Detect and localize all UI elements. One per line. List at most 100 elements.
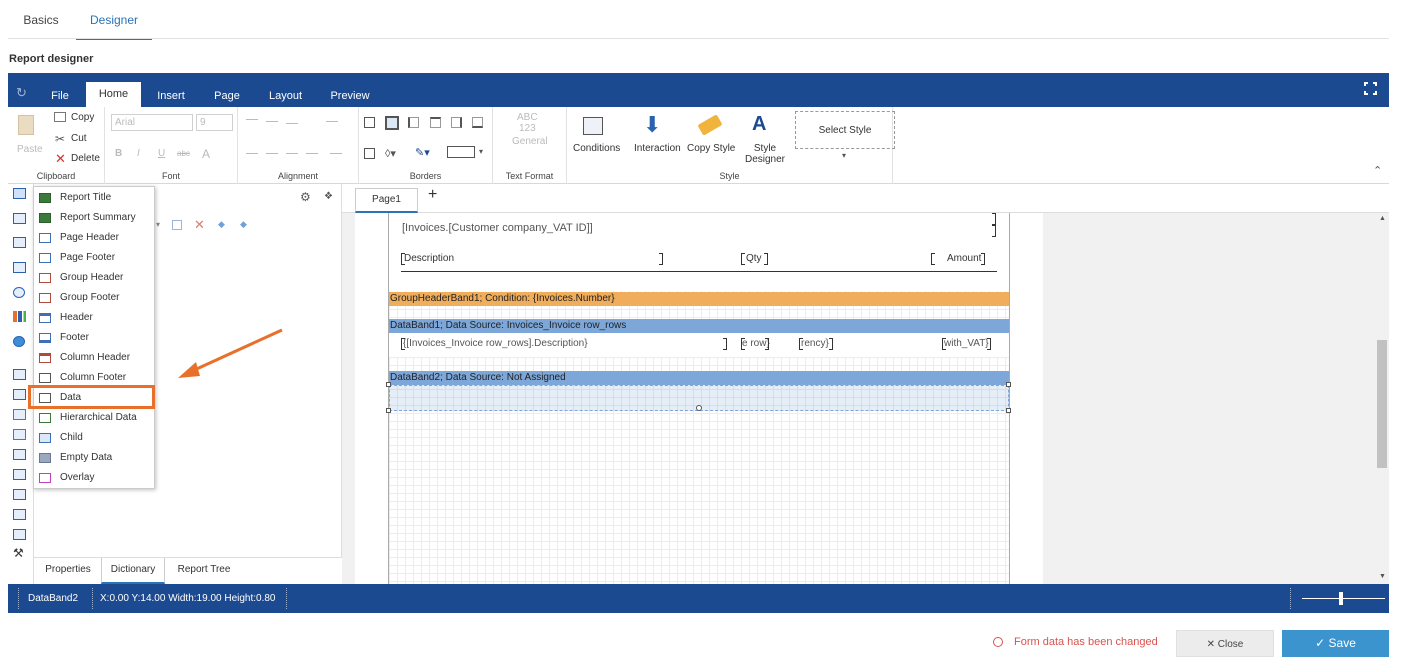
menu-tab-preview[interactable]: Preview: [326, 86, 374, 107]
border-right-icon[interactable]: [451, 117, 462, 128]
undo-icon[interactable]: ↻: [16, 85, 27, 101]
border-color-icon[interactable]: ✎▾: [415, 146, 430, 159]
toolbox-text-icon[interactable]: [13, 369, 26, 380]
databand2[interactable]: DataBand2; Data Source: Not Assigned: [389, 371, 1009, 385]
strikeout-button[interactable]: abc: [177, 149, 190, 158]
menu-item-report-summary[interactable]: Report Summary: [34, 208, 154, 228]
field-vat[interactable]: with_VAT}: [944, 338, 989, 349]
toolbox-subreport-icon[interactable]: [13, 489, 26, 500]
remove-icon[interactable]: ✕: [194, 217, 205, 233]
toolbox-clone-icon[interactable]: [13, 469, 26, 480]
align-left-icon[interactable]: [246, 153, 258, 154]
italic-button[interactable]: I: [137, 148, 140, 159]
menu-item-child[interactable]: Child: [34, 428, 154, 448]
align-center-icon[interactable]: [266, 153, 278, 154]
toolbox-shapes-icon[interactable]: [13, 287, 25, 298]
menu-item-page-footer[interactable]: Page Footer: [34, 248, 154, 268]
move-up-icon[interactable]: ◆: [218, 219, 225, 230]
save-button[interactable]: ✓ Save: [1282, 630, 1389, 657]
paste-button[interactable]: Paste: [17, 144, 43, 155]
toolbox-map-icon[interactable]: [13, 336, 25, 347]
add-page-button[interactable]: +: [428, 186, 437, 204]
zoom-slider[interactable]: [1302, 598, 1385, 599]
underline-button[interactable]: U: [158, 148, 165, 159]
bold-button[interactable]: B: [115, 148, 122, 159]
menu-item-report-title[interactable]: Report Title: [34, 188, 154, 208]
font-color-button[interactable]: A: [202, 147, 210, 161]
toolbox-components-icon[interactable]: [13, 237, 26, 248]
line-spacing-icon[interactable]: [330, 153, 342, 154]
align-middle-icon[interactable]: [266, 121, 278, 122]
menu-item-footer[interactable]: Footer: [34, 328, 154, 348]
toolbox-chart-icon[interactable]: [13, 311, 26, 322]
border-bottom-icon[interactable]: [472, 117, 483, 128]
border-all-icon[interactable]: [364, 117, 375, 128]
field-currency[interactable]: rency}: [801, 338, 829, 349]
border-style-icon[interactable]: [447, 146, 475, 158]
border-left-icon[interactable]: [408, 117, 419, 128]
font-size-select[interactable]: 9: [196, 114, 233, 131]
toolbox-bands-icon[interactable]: [13, 188, 26, 199]
align-bottom-icon[interactable]: [286, 123, 298, 124]
toolbox-checkbox-icon[interactable]: [13, 509, 26, 520]
border-none-icon[interactable]: [364, 148, 375, 159]
conditions-button[interactable]: Conditions: [573, 143, 620, 154]
menu-tab-page[interactable]: Page: [208, 86, 246, 107]
scroll-down-icon[interactable]: ▼: [1379, 573, 1386, 580]
move-down-icon[interactable]: ◆: [240, 219, 247, 230]
menu-item-column-header[interactable]: Column Header: [34, 348, 154, 368]
menu-item-empty-data[interactable]: Empty Data: [34, 448, 154, 468]
delete-button[interactable]: Delete: [71, 153, 100, 164]
col-description[interactable]: Description: [404, 253, 454, 264]
align-right-icon[interactable]: [286, 153, 298, 154]
menu-tab-file[interactable]: File: [46, 86, 74, 107]
selection-handle-bl[interactable]: [386, 408, 391, 413]
align-top-icon[interactable]: [246, 119, 258, 120]
menu-item-group-header[interactable]: Group Header: [34, 268, 154, 288]
toolbox-barcode-icon[interactable]: [13, 429, 26, 440]
scroll-up-icon[interactable]: ▲: [1379, 215, 1386, 222]
copy-style-button[interactable]: Copy Style: [687, 143, 735, 154]
toolbox-richtext-icon[interactable]: [13, 389, 26, 400]
border-top-icon[interactable]: [430, 117, 441, 128]
style-designer-button[interactable]: Style Designer: [741, 143, 789, 165]
dictionary-dropdown-icon[interactable]: ▾: [156, 220, 160, 229]
menu-tab-home[interactable]: Home: [86, 82, 141, 107]
toolbox-table-icon[interactable]: [13, 262, 26, 273]
tab-dictionary[interactable]: Dictionary: [101, 558, 165, 584]
menu-item-hierarchical-data[interactable]: Hierarchical Data: [34, 408, 154, 428]
toolbox-crossbands-icon[interactable]: [13, 213, 26, 224]
tab-page1[interactable]: Page1: [355, 188, 418, 213]
fill-color-icon[interactable]: ◊▾: [385, 147, 396, 160]
selection-handle-br[interactable]: [1006, 408, 1011, 413]
col-amount[interactable]: Amount: [947, 253, 981, 264]
collapse-ribbon-icon[interactable]: ⌃: [1373, 164, 1382, 177]
text-format-button[interactable]: General: [512, 136, 548, 147]
toolbox-image-icon[interactable]: [13, 409, 26, 420]
settings-icon[interactable]: ⚙: [300, 190, 311, 204]
zoom-slider-knob[interactable]: [1339, 592, 1343, 605]
menu-item-header[interactable]: Header: [34, 308, 154, 328]
fullscreen-icon[interactable]: [1364, 82, 1377, 95]
menu-item-overlay[interactable]: Overlay: [34, 468, 154, 488]
vat-id-field[interactable]: [Invoices.[Customer company_VAT ID]]: [402, 222, 593, 234]
align-justify-icon[interactable]: [306, 153, 318, 154]
edit-icon[interactable]: [172, 220, 182, 230]
tab-designer[interactable]: Designer: [76, 0, 152, 40]
databand1[interactable]: DataBand1; Data Source: Invoices_Invoice…: [389, 319, 1009, 333]
interaction-button[interactable]: Interaction: [634, 143, 681, 154]
menu-item-page-header[interactable]: Page Header: [34, 228, 154, 248]
selection-handle-tl[interactable]: [386, 382, 391, 387]
tab-report-tree[interactable]: Report Tree: [172, 558, 236, 584]
copy-button[interactable]: Copy: [71, 112, 94, 123]
tab-basics[interactable]: Basics: [14, 0, 68, 40]
toolbox-zipcode-icon[interactable]: [13, 529, 26, 540]
toolbox-tools-icon[interactable]: ⚒: [13, 546, 24, 560]
cut-button[interactable]: Cut: [71, 133, 87, 144]
field-description[interactable]: {[Invoices_Invoice row_rows].Description…: [403, 338, 588, 349]
border-outline-icon[interactable]: [385, 116, 399, 130]
menu-tab-layout[interactable]: Layout: [263, 86, 308, 107]
resize-handle-icon[interactable]: [696, 405, 702, 411]
selection-handle-tr[interactable]: [1006, 382, 1011, 387]
close-button[interactable]: ✕ Close: [1176, 630, 1274, 657]
